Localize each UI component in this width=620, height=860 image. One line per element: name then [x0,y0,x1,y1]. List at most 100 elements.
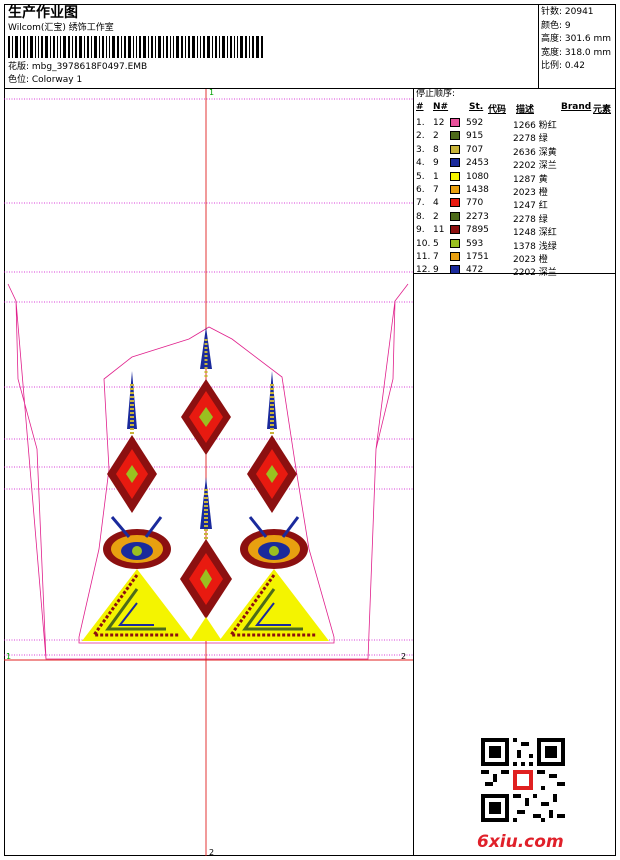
color-swatch [450,171,460,181]
row-code: 7895 [466,225,489,236]
table-row: 7. 4 770 1247 红 [416,197,612,211]
table-row: 3. 8 707 2636 深黄 [416,144,612,158]
color-swatch [450,252,460,261]
color-swatch [450,238,460,248]
row-needle: 7 [433,185,439,195]
row-desc: 1266 粉红 [513,121,557,131]
table-row: 5. 1 1080 1287 黄 [416,171,612,185]
col-header-needle: N# [433,102,449,112]
row-needle: 8 [433,144,439,155]
row-desc: 2023 橙 [513,255,548,265]
row-desc: 1378 浅绿 [513,241,557,252]
row-desc: 1287 黄 [513,174,548,185]
table-row: 10. 5 593 1378 浅绿 [416,238,612,252]
stats-divider [538,4,539,88]
row-code: 915 [466,131,484,142]
axis-marker-top: 1 [209,88,215,97]
color-swatch [450,185,460,194]
table-row: 6. 7 1438 2023 橙 [416,184,612,198]
col-header-brand: Brand [561,102,592,112]
table-row: 4. 9 2453 2202 深兰 [416,157,612,171]
row-needle: 2 [433,131,439,142]
row-code: 1751 [466,252,489,262]
row-desc: 2202 深兰 [513,161,557,172]
axis-marker-bottom: 2 [209,848,215,857]
row-index: 12. [416,265,431,276]
row-index: 1. [416,118,425,128]
color-count: 颜色: 9 [541,20,571,31]
row-needle: 7 [433,252,439,262]
row-index: 7. [416,198,425,209]
col-header-code: 代码 [488,105,507,115]
col-header-stitch: St. [469,102,484,112]
company-name: Wilcom(汇宝) 绣饰工作室 [8,23,114,33]
design-height: 高度: 301.6 mm [541,34,612,45]
table-divider [413,88,414,856]
table-row: 11. 7 1751 2023 橙 [416,251,612,265]
row-needle: 9 [433,265,439,276]
row-desc: 1248 深红 [513,228,557,239]
row-index: 5. [416,171,425,182]
row-index: 11. [416,252,431,262]
row-needle: 11 [433,225,445,236]
row-code: 2453 [466,158,489,169]
colorway: 色位: Colorway 1 [8,75,83,85]
color-swatch [450,118,460,127]
color-swatch [450,211,460,221]
row-desc: 2023 橙 [513,188,548,198]
row-code: 592 [466,118,484,128]
row-index: 9. [416,225,425,236]
row-index: 8. [416,211,425,222]
barcode [8,36,263,58]
col-header-index: # [416,102,424,112]
row-desc: 2278 绿 [513,134,548,145]
row-code: 593 [466,238,484,249]
row-index: 6. [416,185,425,195]
row-desc: 1247 红 [513,201,548,212]
row-code: 707 [466,144,484,155]
row-code: 2273 [466,211,489,222]
row-needle: 1 [433,171,439,182]
axis-marker-left: 1 [6,652,12,661]
table-row: 12. 9 472 2202 深兰 [416,264,612,278]
row-code: 472 [466,265,484,276]
row-code: 770 [466,198,484,209]
stats-panel: 针数: 20941 颜色: 9 高度: 301.6 mm 宽度: 318.0 m… [541,6,611,74]
row-needle: 5 [433,238,439,249]
row-needle: 12 [433,118,445,128]
stop-sequence-title: 停止顺序: [416,89,456,99]
color-swatch [450,225,460,235]
stitch-count: 针数: 20941 [541,7,594,17]
color-swatch [450,158,460,168]
row-index: 2. [416,131,425,142]
col-header-desc: 描述 [516,105,535,115]
row-desc: 2278 绿 [513,214,548,225]
row-needle: 2 [433,211,439,222]
axis-marker-right: 2 [401,652,407,661]
col-header-element: 元素 [593,105,612,115]
watermark: 6xiu.com [477,832,564,852]
row-code: 1438 [466,185,489,195]
row-desc: 2202 深兰 [513,268,557,279]
file-name: 花版: mbg_3978618F0497.EMB [8,62,148,72]
table-row: 8. 2 2273 2278 绿 [416,211,612,225]
page-title: 生产作业图 [8,5,78,21]
row-index: 3. [416,144,425,155]
design-width: 宽度: 318.0 mm [541,47,612,58]
row-index: 4. [416,158,425,169]
row-index: 10. [416,238,431,249]
design-preview [4,89,413,856]
row-needle: 4 [433,198,439,209]
row-code: 1080 [466,171,489,182]
color-swatch [450,131,460,141]
color-swatch [450,265,460,275]
design-scale: 比例: 0.42 [541,61,585,72]
table-row: 2. 2 915 2278 绿 [416,130,612,144]
embroidery-motifs [82,327,329,641]
qr-code [481,738,565,822]
row-needle: 9 [433,158,439,169]
row-desc: 2636 深黄 [513,147,557,158]
color-swatch [450,198,460,208]
color-swatch [450,144,460,154]
table-row: 1. 12 592 1266 粉红 [416,117,612,131]
